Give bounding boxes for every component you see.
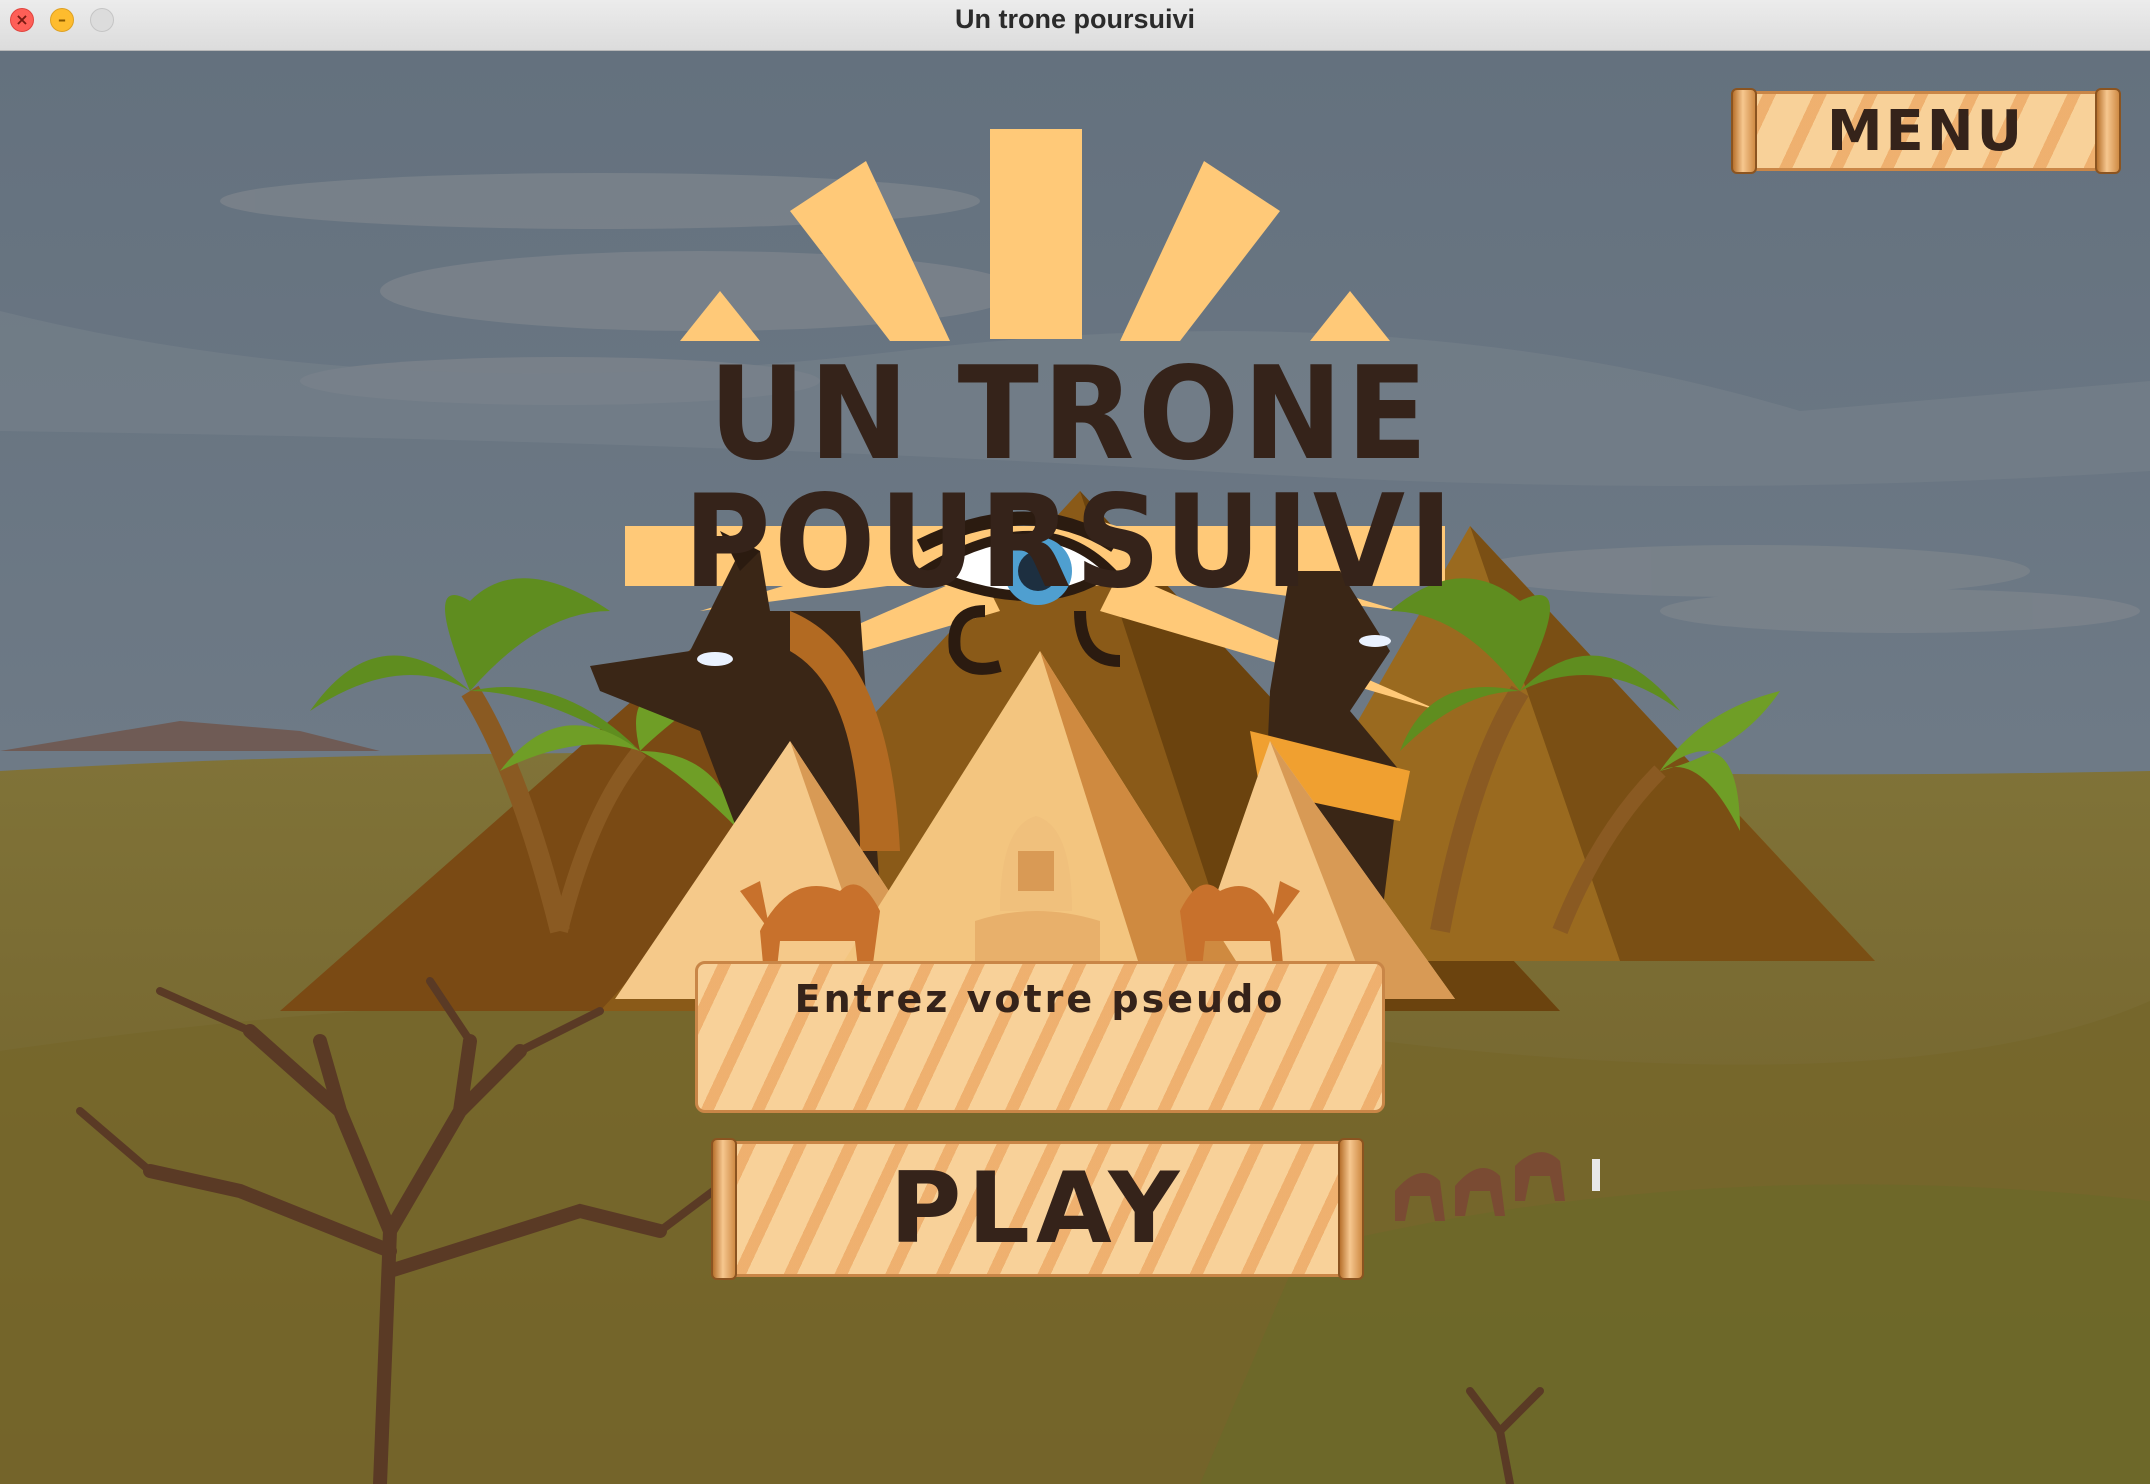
scroll-roll-left [711,1138,737,1280]
menu-button[interactable]: MENU [1731,88,2121,174]
game-title: Un trone poursuivi [683,340,1457,617]
scroll-roll-left [1731,88,1757,174]
game-stage: Un trone poursuivi MENU PLAY [0,51,2150,1484]
window-titlebar: × – Un trone poursuivi [0,0,2150,51]
window-title: Un trone poursuivi [954,4,1195,34]
scroll-roll-right [1338,1138,1364,1280]
play-button[interactable]: PLAY [711,1138,1364,1280]
pseudo-input[interactable] [738,976,1342,1022]
scroll-roll-right [2095,88,2121,174]
menu-button-label: MENU [1826,98,2026,164]
pseudo-field-scroll [695,961,1385,1113]
play-button-label: PLAY [889,1152,1186,1266]
